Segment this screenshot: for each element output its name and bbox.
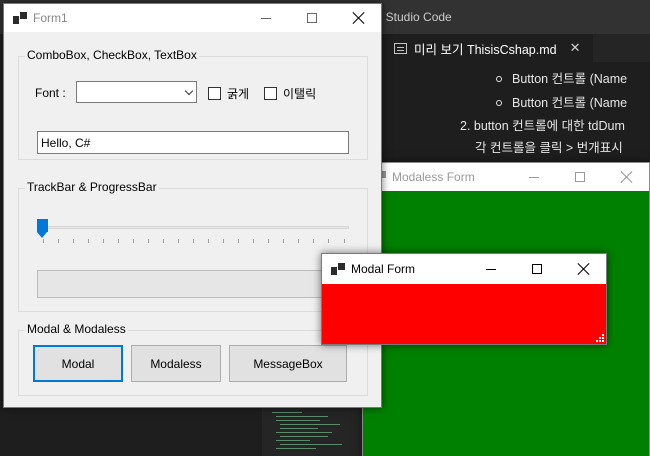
code-minimap [262,408,362,456]
trackbar-channel [37,226,349,229]
minimize-button[interactable] [468,254,514,284]
bold-checkbox[interactable]: 굵게 [208,85,249,102]
trackbar-tick [57,239,59,243]
close-icon [352,12,364,24]
minimize-button[interactable] [511,163,557,191]
minimize-icon [529,176,539,178]
bullet-icon [496,99,502,106]
trackbar-tick [238,239,240,243]
form1-window[interactable]: Form1 ComboBox, CheckBox, TextBox Font :… [3,3,382,408]
groupbox-modal-modaless: Modal & Modaless Modal Modaless MessageB… [18,322,368,396]
checkbox-box[interactable] [264,87,277,100]
groupbox-trackbar-progressbar: TrackBar & ProgressBar [18,180,368,312]
trackbar-tick [87,239,89,243]
trackbar-tick [177,239,179,243]
resize-grip-icon[interactable] [595,333,604,342]
modal-titlebar[interactable]: Modal Form [322,254,606,284]
trackbar-tick [253,239,255,243]
maximize-icon [532,264,542,274]
trackbar-tick [162,239,164,243]
form-app-icon [331,263,345,275]
progressbar [37,270,365,298]
trackbar-tick [132,239,134,243]
trackbar-tick [268,239,270,243]
trackbar[interactable] [37,219,349,249]
font-combobox[interactable] [76,81,197,103]
tab-close-icon[interactable]: ✕ [570,40,581,56]
text-input-value: Hello, C# [41,135,91,150]
minimize-icon [486,268,496,270]
window-title: Modaless Form [392,170,475,184]
group-label: TrackBar & ProgressBar [25,180,159,194]
trackbar-tick [72,239,74,243]
font-label: Font : [35,86,66,100]
dropdown-arrow-icon [184,86,194,96]
form1-client-area: ComboBox, CheckBox, TextBox Font : 굵게 이탤… [4,32,381,407]
trackbar-tick [313,239,315,243]
window-title: Modal Form [351,262,416,276]
modal-client-area [322,284,606,344]
bold-checkbox-label: 굵게 [227,87,250,101]
modaless-titlebar[interactable]: Modaless Form [363,163,649,191]
italic-checkbox-label: 이탤릭 [283,87,317,101]
group-label: ComboBox, CheckBox, TextBox [25,48,199,62]
trackbar-tick [117,239,119,243]
trackbar-tick [102,239,104,243]
messagebox-button[interactable]: MessageBox [229,345,347,382]
trackbar-tick [328,239,330,243]
maximize-icon [307,13,317,23]
form1-titlebar[interactable]: Form1 [4,4,381,32]
modal-form-window[interactable]: Modal Form [321,253,607,345]
bullet-icon [496,75,502,82]
minimize-button[interactable] [243,4,289,32]
maximize-button[interactable] [514,254,560,284]
vscode-tabbar: 미리 보기 ThisisCshap.md ✕ [380,34,650,62]
trackbar-tick [298,239,300,243]
maximize-icon [575,172,585,182]
close-button[interactable] [560,254,606,284]
trackbar-tick [193,239,194,243]
close-button[interactable] [603,163,649,191]
italic-checkbox[interactable]: 이탤릭 [264,85,316,102]
trackbar-tick [42,239,44,243]
trackbar-thumb[interactable] [37,219,48,238]
close-button[interactable] [335,4,381,32]
group-label: Modal & Modaless [25,322,128,336]
list-item: Button 컨트롤 (Name [496,92,627,111]
groupbox-combo-check-text: ComboBox, CheckBox, TextBox Font : 굵게 이탤… [18,48,368,160]
preview-icon [394,42,407,54]
form-app-icon [13,12,27,24]
trackbar-tick [208,239,210,243]
tab-label: 미리 보기 ThisisCshap.md [414,42,557,57]
vscode-app-title: al Studio Code [373,10,452,24]
text-input[interactable]: Hello, C# [37,131,349,154]
trackbar-tick [223,239,225,243]
modaless-button[interactable]: Modaless [131,345,221,382]
window-title: Form1 [33,11,68,25]
tab-preview-markdown[interactable]: 미리 보기 ThisisCshap.md ✕ [380,34,594,62]
modal-button[interactable]: Modal [33,345,123,382]
list-item: Button 컨트롤 (Name [496,68,627,87]
list-item: 2. button 컨트롤에 대한 tdDum [460,119,625,133]
list-item: 각 컨트롤을 클릭 > 번개표시 [475,141,623,155]
checkbox-box[interactable] [208,87,221,100]
trackbar-tick [343,239,345,243]
maximize-button[interactable] [557,163,603,191]
trackbar-tick [283,239,285,243]
maximize-button[interactable] [289,4,335,32]
close-icon [577,263,589,275]
minimize-icon [261,17,271,19]
close-icon [620,171,632,183]
trackbar-tick [147,239,149,243]
